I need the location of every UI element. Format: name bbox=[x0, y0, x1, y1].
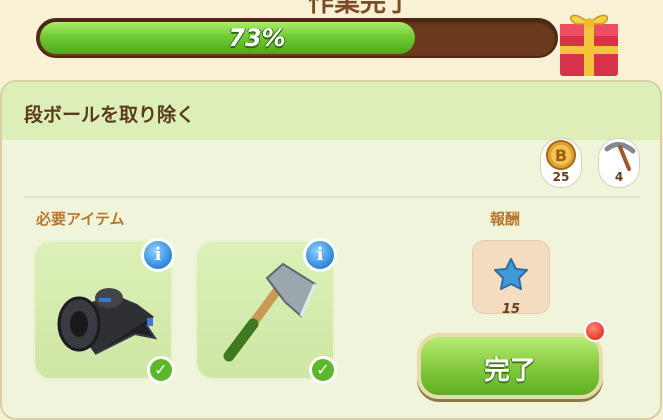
notification-dot bbox=[584, 320, 606, 342]
reward-card: 15 bbox=[472, 240, 550, 317]
task-title: 段ボールを取り除く bbox=[24, 104, 196, 126]
info-button[interactable]: i bbox=[303, 238, 337, 272]
required-item-axe[interactable]: i ✓ bbox=[195, 238, 337, 384]
pickaxe-icon bbox=[604, 142, 636, 171]
top-area: 作業完了 73% bbox=[0, 0, 663, 82]
progress-text: 73% bbox=[228, 24, 286, 52]
required-item-tape[interactable]: i ✓ bbox=[33, 238, 175, 384]
reward-count: 15 bbox=[501, 302, 521, 317]
pickaxe-count: 4 bbox=[614, 170, 624, 184]
info-button[interactable]: i bbox=[141, 238, 175, 272]
complete-button-label: 完了 bbox=[483, 356, 536, 386]
coin-count: 25 bbox=[552, 170, 570, 184]
blue-star-icon bbox=[494, 258, 528, 290]
required-items-label: 必要アイテム bbox=[36, 210, 125, 228]
svg-text:B: B bbox=[555, 146, 567, 165]
check-icon: ✓ bbox=[147, 356, 175, 384]
header-title: 作業完了 bbox=[307, 0, 412, 18]
reward-label: 報酬 bbox=[490, 210, 521, 228]
gift-box-icon[interactable] bbox=[554, 0, 624, 78]
coin-badge: B 25 bbox=[540, 138, 582, 188]
divider bbox=[24, 196, 640, 198]
pickaxe-badge: 4 bbox=[598, 138, 640, 188]
coin-icon: B bbox=[546, 140, 576, 170]
check-icon: ✓ bbox=[309, 356, 337, 384]
complete-button[interactable]: 完了 bbox=[417, 333, 603, 399]
